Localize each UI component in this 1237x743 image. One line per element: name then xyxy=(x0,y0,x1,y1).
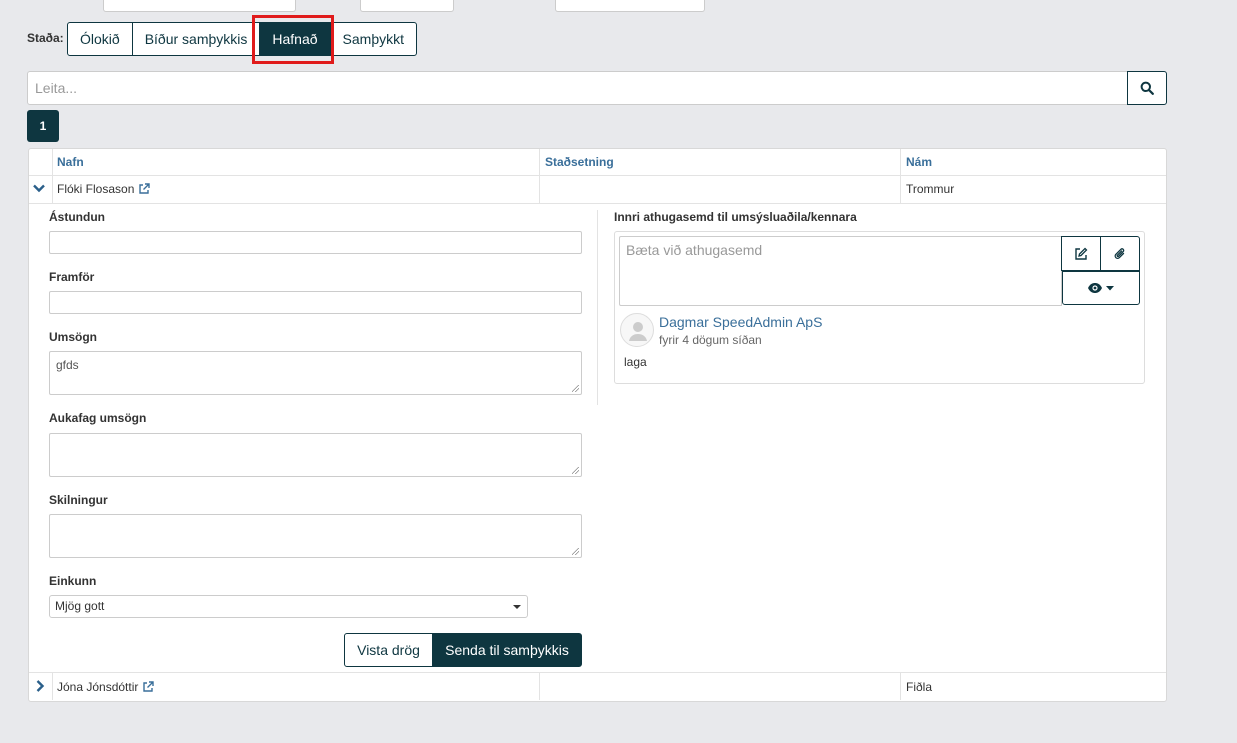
note-input[interactable]: Bæta við athugasemd xyxy=(619,236,1062,306)
row-divider xyxy=(29,672,1166,673)
paperclip-icon xyxy=(1114,247,1125,259)
caret-down-icon xyxy=(513,605,521,609)
label-astundun: Ástundun xyxy=(49,210,105,224)
header-name[interactable]: Nafn xyxy=(57,155,84,169)
resize-handle[interactable] xyxy=(572,385,579,392)
save-draft-button[interactable]: Vista drög xyxy=(344,633,433,667)
col-divider xyxy=(900,673,901,700)
student-name[interactable]: Jóna Jónsdóttir xyxy=(57,680,155,694)
student-name[interactable]: Flóki Flosason xyxy=(57,182,151,196)
skilningur-textarea[interactable] xyxy=(49,514,582,558)
student-name-label: Flóki Flosason xyxy=(57,182,135,196)
filter-input-1[interactable] xyxy=(103,0,296,12)
comment-author[interactable]: Dagmar SpeedAdmin ApS xyxy=(659,314,822,330)
submit-for-approval-button[interactable]: Senda til samþykkis xyxy=(432,633,582,667)
search-input[interactable]: Leita... xyxy=(27,71,1128,105)
eye-icon xyxy=(1088,283,1102,293)
external-link-icon[interactable] xyxy=(138,183,151,195)
einkunn-value: Mjög gott xyxy=(55,599,105,613)
student-name-label: Jóna Jónsdóttir xyxy=(57,680,139,694)
filter-input-2[interactable] xyxy=(360,0,454,12)
table-row xyxy=(29,176,1166,203)
student-study: Trommur xyxy=(906,182,955,196)
label-aukafag: Aukafag umsögn xyxy=(49,411,147,425)
expand-toggle[interactable] xyxy=(33,679,47,693)
filter-input-3[interactable] xyxy=(555,0,705,12)
tab-hafnad[interactable]: Hafnað xyxy=(259,22,331,56)
umsogn-value: gfds xyxy=(56,358,79,372)
notes-title: Innri athugasemd til umsýsluaðila/kennar… xyxy=(614,210,857,224)
tab-bidur-sampykkis[interactable]: Bíður samþykkis xyxy=(131,22,261,56)
label-skilningur: Skilningur xyxy=(49,493,108,507)
search-button[interactable] xyxy=(1127,71,1167,105)
student-study: Fiðla xyxy=(906,680,933,694)
label-framfor: Framför xyxy=(49,270,95,284)
resize-handle[interactable] xyxy=(572,548,579,555)
header-location[interactable]: Staðsetning xyxy=(545,155,614,169)
external-link-icon[interactable] xyxy=(142,681,155,693)
status-tabs: Ólokið Bíður samþykkis Hafnað Samþykkt xyxy=(67,22,418,56)
search-icon xyxy=(1140,81,1154,95)
row-divider xyxy=(29,203,1166,204)
chevron-down-icon xyxy=(33,184,45,193)
attach-button[interactable] xyxy=(1100,236,1140,271)
header-study[interactable]: Nám xyxy=(906,155,932,169)
column-divider xyxy=(597,210,598,405)
visibility-dropdown[interactable] xyxy=(1062,271,1140,305)
label-einkunn: Einkunn xyxy=(49,574,97,588)
framfor-input[interactable] xyxy=(49,291,582,314)
avatar xyxy=(620,313,654,347)
umsogn-textarea[interactable]: gfds xyxy=(49,351,582,395)
comment-time: fyrir 4 dögum síðan xyxy=(659,333,762,347)
chevron-right-icon xyxy=(36,680,45,692)
comment-text: laga xyxy=(624,355,647,369)
resize-handle[interactable] xyxy=(572,467,579,474)
tab-olokid[interactable]: Ólokið xyxy=(67,22,133,56)
tab-sampykkt[interactable]: Samþykkt xyxy=(329,22,418,56)
status-label: Staða: xyxy=(27,31,64,45)
col-divider xyxy=(539,673,540,700)
page-button[interactable]: 1 xyxy=(27,110,59,142)
col-divider xyxy=(52,673,53,700)
aukafag-textarea[interactable] xyxy=(49,433,582,477)
astundun-input[interactable] xyxy=(49,231,582,254)
caret-down-icon xyxy=(1106,286,1114,291)
label-umsogn: Umsögn xyxy=(49,330,97,344)
einkunn-select[interactable]: Mjög gott xyxy=(49,595,528,618)
edit-note-button[interactable] xyxy=(1061,236,1101,271)
expand-toggle[interactable] xyxy=(32,181,46,195)
edit-icon xyxy=(1075,247,1088,260)
